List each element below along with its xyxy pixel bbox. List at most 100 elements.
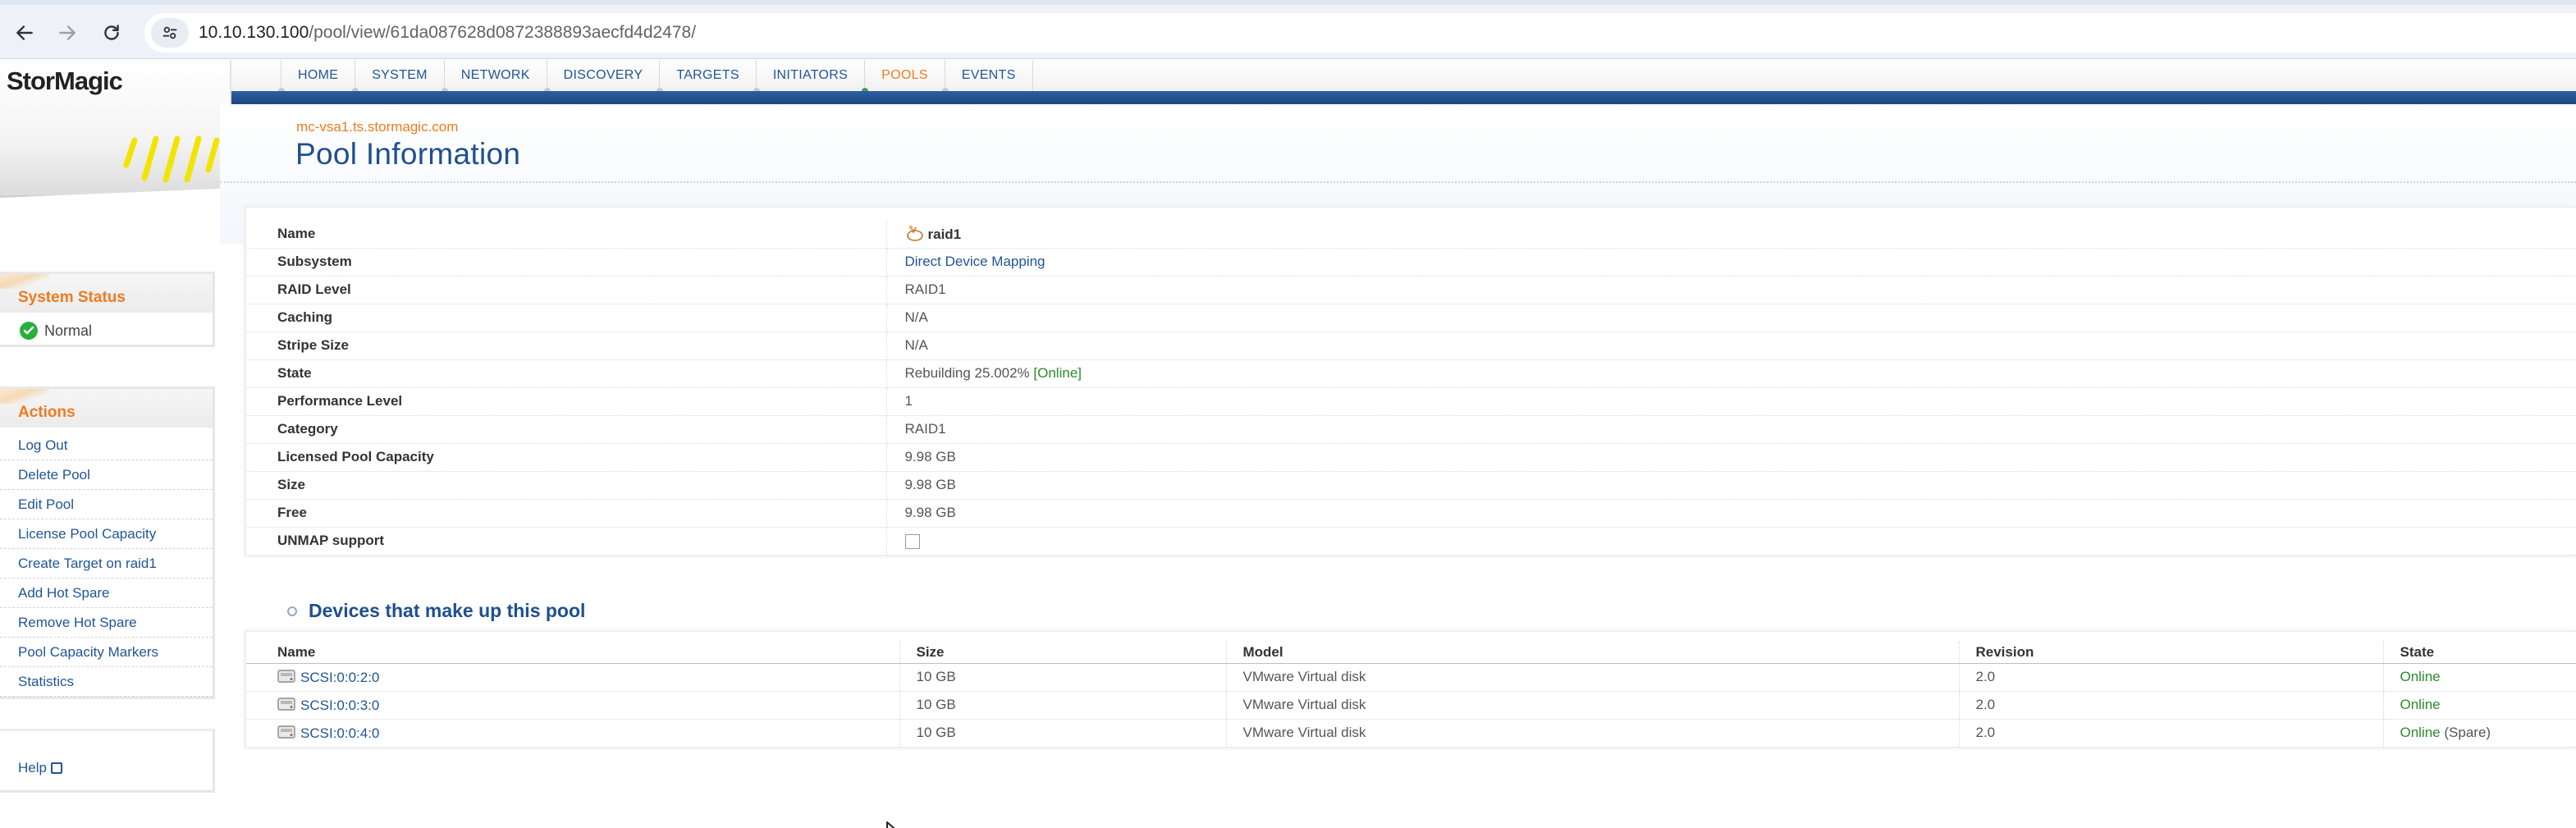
tab-label: INITIATORS	[772, 68, 849, 82]
disk-icon	[277, 669, 295, 683]
action-remove-hot-spare[interactable]: Remove Hot Spare	[0, 608, 213, 638]
info-row: Performance Level 1	[246, 387, 2576, 416]
info-value: N/A	[904, 309, 928, 325]
device-model: VMware Virtual disk	[1225, 719, 1959, 747]
pool-icon	[906, 226, 923, 242]
disk-icon	[277, 725, 295, 739]
info-key: Free	[246, 499, 887, 528]
help-label: Help	[18, 760, 47, 775]
logo-box: StorMagic	[0, 60, 231, 198]
action-add-hot-spare[interactable]: Add Hot Spare	[0, 579, 213, 608]
action-create-target-on-raid1[interactable]: Create Target on raid1	[0, 549, 213, 579]
info-key: Size	[246, 471, 887, 500]
device-size: 10 GB	[899, 691, 1226, 720]
column-header-size[interactable]: Size	[899, 642, 1226, 664]
system-status-text: Normal	[44, 322, 93, 339]
device-model: VMware Virtual disk	[1225, 663, 1959, 692]
brand-logo: StorMagic	[7, 66, 123, 95]
address-bar[interactable]: 10.10.130.100/pool/view/61da087628d08723…	[144, 13, 2576, 53]
browser-toolbar: 10.10.130.100/pool/view/61da087628d08723…	[0, 5, 2576, 59]
column-header-state[interactable]: State	[2382, 642, 2576, 664]
info-key: State	[246, 359, 887, 388]
page-title: Pool Information	[295, 137, 521, 171]
subsystem-link[interactable]: Direct Device Mapping	[905, 254, 1045, 269]
action-log-out[interactable]: Log Out	[0, 431, 213, 460]
device-state-extra: (Spare)	[2444, 725, 2491, 741]
tab-network[interactable]: NETWORK	[441, 60, 547, 94]
device-link[interactable]: SCSI:0:0:2:0	[300, 670, 379, 685]
tab-pools[interactable]: POOLS	[862, 60, 945, 94]
info-key: RAID Level	[246, 276, 887, 304]
action-pool-capacity-markers[interactable]: Pool Capacity Markers	[0, 638, 213, 667]
info-value: RAID1	[904, 421, 946, 437]
info-value-cell: N/A	[886, 332, 2576, 360]
state-online-badge: [Online]	[1033, 365, 1082, 381]
back-arrow-icon	[16, 25, 33, 40]
device-link[interactable]: SCSI:0:0:4:0	[300, 725, 379, 741]
info-row: Free 9.98 GB	[246, 499, 2576, 528]
actions-panel: Actions Log Out Delete Pool Edit Pool Licen…	[0, 387, 215, 699]
forward-button[interactable]	[51, 16, 84, 49]
tab-initiators[interactable]: INITIATORS	[753, 60, 864, 94]
system-status-title: System Status	[18, 289, 126, 306]
device-model: VMware Virtual disk	[1225, 691, 1959, 720]
action-delete-pool[interactable]: Delete Pool	[0, 460, 213, 490]
device-name-cell: SCSI:0:0:4:0	[246, 719, 899, 747]
info-value-cell: 9.98 GB	[886, 443, 2576, 472]
column-header-model[interactable]: Model	[1225, 642, 1959, 664]
tab-home[interactable]: HOME	[278, 60, 355, 94]
device-revision: 2.0	[1958, 663, 2383, 692]
pool-info-table: Name raid1 Subsystem Direct Device Mapping R…	[246, 220, 2576, 555]
disk-icon	[277, 697, 295, 711]
device-state: Online	[2400, 669, 2441, 684]
tab-system[interactable]: SYSTEM	[352, 60, 444, 94]
system-status-panel: System Status Normal	[0, 272, 215, 347]
device-row: SCSI:0:0:2:0 10 GB VMware Virtual disk 2.0 O…	[246, 663, 2576, 692]
header-divider	[220, 181, 2576, 183]
back-button[interactable]	[8, 16, 41, 49]
tab-events[interactable]: EVENTS	[941, 60, 1033, 94]
header-band	[231, 91, 2576, 104]
action-statistics[interactable]: Statistics	[0, 667, 213, 697]
action-license-pool-capacity[interactable]: License Pool Capacity	[0, 519, 213, 549]
device-state-cell: Online (Spare)	[2382, 719, 2576, 747]
info-row: Stripe Size N/A	[246, 332, 2576, 360]
tab-label: NETWORK	[460, 68, 530, 82]
device-state-cell: Online	[2382, 691, 2576, 720]
device-name-cell: SCSI:0:0:3:0	[246, 691, 899, 720]
tab-discovery[interactable]: DISCOVERY	[543, 60, 660, 94]
column-header-revision[interactable]: Revision	[1958, 642, 2383, 664]
top-navigation: HOME SYSTEM NETWORK DISCOVERY TARGETS INITIAT…	[231, 60, 2576, 94]
url-path: /pool/view/61da087628d0872388893aecfd4d2…	[309, 23, 697, 42]
info-row: RAID Level RAID1	[246, 276, 2576, 304]
action-edit-pool[interactable]: Edit Pool	[0, 490, 213, 519]
help-link[interactable]: Help	[18, 760, 62, 776]
reload-icon	[104, 25, 119, 40]
site-settings-icon[interactable]	[151, 18, 189, 48]
info-row: Licensed Pool Capacity 9.98 GB	[246, 443, 2576, 472]
info-row: State Rebuilding 25.002% [Online]	[246, 359, 2576, 388]
state-text: Rebuilding 25.002%	[904, 365, 1030, 381]
device-revision: 2.0	[1958, 691, 2383, 720]
info-key: Performance Level	[246, 387, 887, 416]
reload-button[interactable]	[95, 16, 128, 49]
tab-targets[interactable]: TARGETS	[657, 60, 755, 94]
info-value-cell: Direct Device Mapping	[886, 248, 2576, 277]
url-host: 10.10.130.100	[199, 23, 309, 42]
device-link[interactable]: SCSI:0:0:3:0	[300, 698, 379, 713]
actions-header: Actions	[0, 387, 213, 428]
info-value-cell: raid1	[886, 220, 2576, 249]
info-value-cell: Rebuilding 25.002% [Online]	[886, 359, 2576, 388]
column-header-name[interactable]: Name	[246, 642, 899, 664]
external-link-icon	[50, 762, 62, 774]
pool-info-card: Name raid1 Subsystem Direct Device Mapping R…	[245, 206, 2576, 556]
info-value-cell: RAID1	[886, 415, 2576, 444]
check-circle-icon	[20, 322, 38, 340]
info-key: Category	[246, 415, 887, 444]
unmap-checkbox[interactable]	[904, 533, 920, 549]
device-revision: 2.0	[1958, 719, 2383, 747]
devices-header-row: Name Size Model Revision State	[246, 642, 2576, 664]
info-value-cell: RAID1	[886, 276, 2576, 304]
info-key: Subsystem	[246, 248, 887, 277]
actions-title: Actions	[18, 404, 75, 421]
